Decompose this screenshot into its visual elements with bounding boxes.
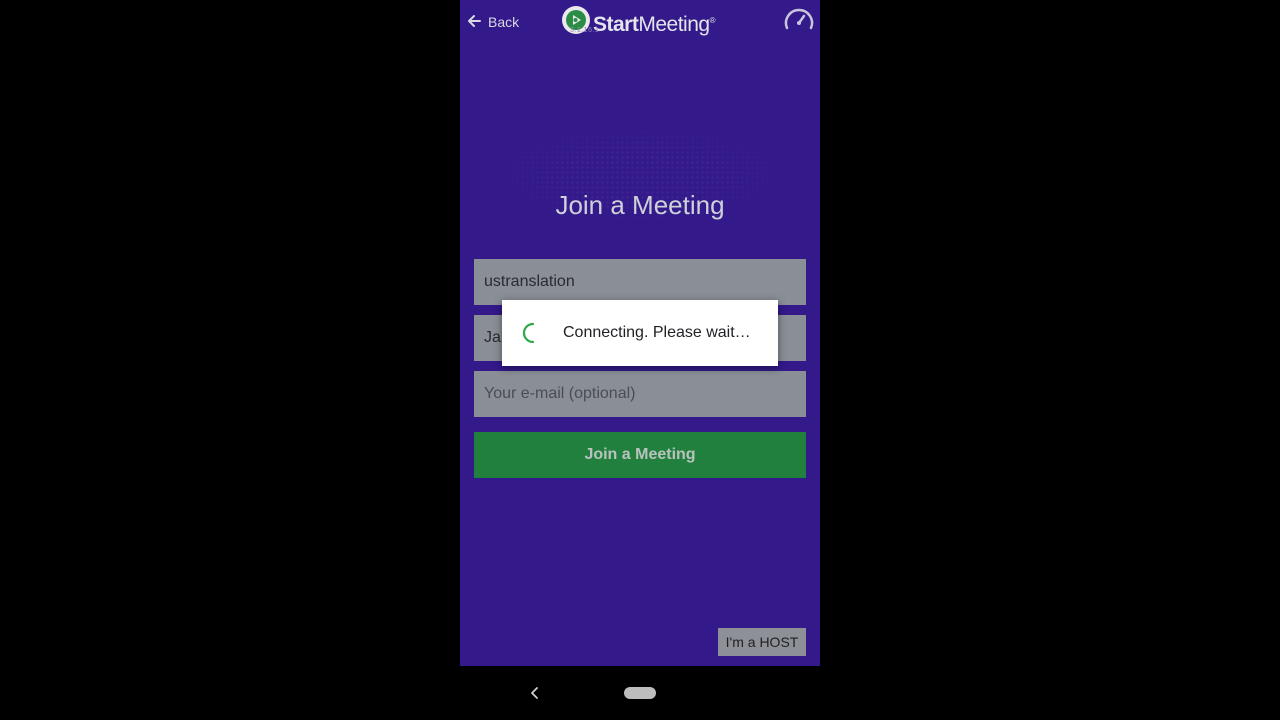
spinner-icon bbox=[522, 322, 544, 344]
host-button[interactable]: I'm a HOST bbox=[718, 628, 806, 656]
back-label: Back bbox=[488, 14, 520, 30]
email-input[interactable]: Your e-mail (optional) bbox=[474, 371, 806, 417]
dialog-message: Connecting. Please wait… bbox=[563, 324, 751, 341]
join-meeting-button[interactable]: Join a Meeting bbox=[474, 432, 806, 478]
logo-trademark: ® bbox=[709, 16, 716, 25]
logo-text-light: Meeting bbox=[638, 13, 710, 36]
app-logo: StartMeeting® bbox=[562, 6, 716, 40]
speedometer-button[interactable] bbox=[783, 6, 815, 36]
chevron-left-icon[interactable] bbox=[526, 684, 544, 702]
meeting-id-input[interactable]: ustranslation bbox=[474, 259, 806, 305]
speedometer-icon bbox=[783, 8, 815, 40]
connecting-dialog: Connecting. Please wait… bbox=[502, 300, 778, 366]
back-button[interactable]: Back bbox=[466, 10, 519, 34]
app-version: 3.1.16.1 bbox=[570, 27, 600, 34]
page-title: Join a Meeting bbox=[555, 190, 725, 220]
system-nav-bar bbox=[0, 666, 1280, 720]
top-bar: Back StartMeeting® 3.1.16.1 bbox=[460, 0, 820, 44]
logo-text-bold: Start bbox=[593, 13, 639, 36]
home-pill-icon[interactable] bbox=[624, 687, 656, 699]
arrow-left-icon bbox=[466, 13, 488, 32]
logo-text: StartMeeting® bbox=[593, 6, 716, 40]
